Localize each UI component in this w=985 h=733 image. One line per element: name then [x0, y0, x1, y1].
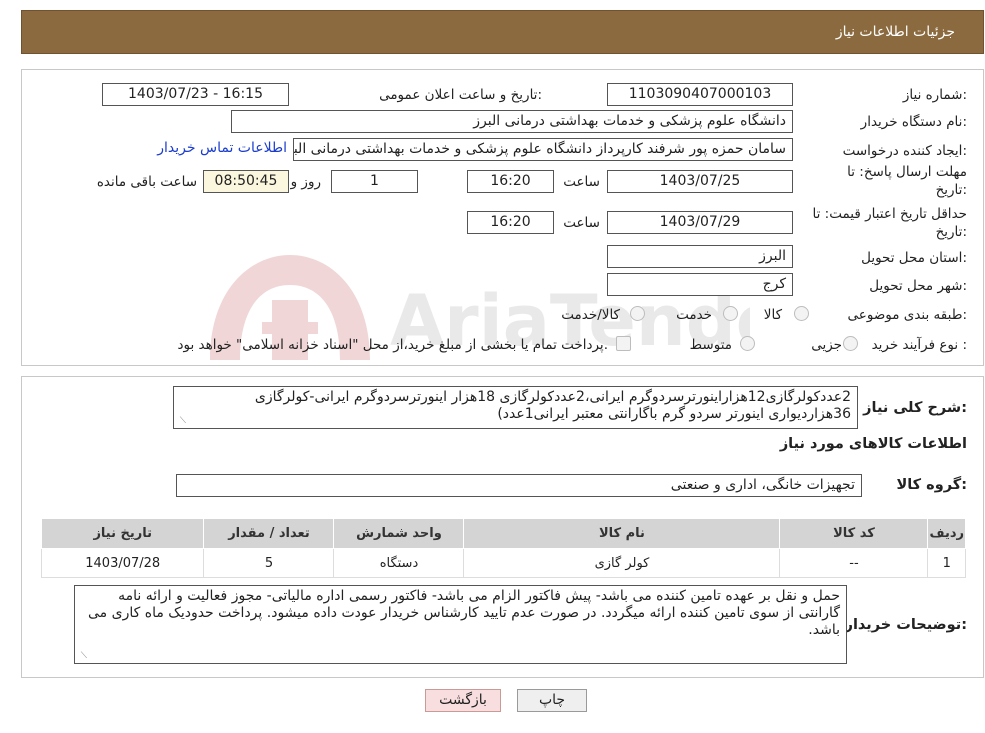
- table-row: 1 -- کولر گازی دستگاه 5 1403/07/28: [40, 548, 966, 578]
- category-option-service: خدمت: [676, 307, 712, 323]
- buyer-notes-text: حمل و نقل بر عهده تامین کننده می باشد- پ…: [88, 588, 840, 638]
- table-header-row: ردیف کد کالا نام کالا واحد شمارش تعداد /…: [40, 518, 966, 549]
- deadline-date-field: 1403/07/25: [607, 170, 793, 193]
- goods-group-field: تجهیزات خانگی، اداری و صنعتی: [176, 474, 862, 497]
- resize-grip-icon[interactable]: ⟋: [78, 652, 87, 661]
- col-code: کد کالا: [779, 518, 929, 549]
- cell-unit: دستگاه: [333, 548, 465, 578]
- description-textarea: 2عددکولرگازی12هزاراینورترسردوگرم ایرانی،…: [173, 386, 858, 429]
- deadline-time-label: ساعت: [563, 174, 600, 190]
- province-label: استان محل تحویل:: [861, 250, 967, 266]
- col-row: ردیف: [927, 518, 966, 549]
- deadline-label-date: تاریخ:: [935, 182, 967, 198]
- process-checkbox-treasury[interactable]: [616, 336, 631, 351]
- need-number-field: 1103090407000103: [607, 83, 793, 106]
- validity-time-field: 16:20: [467, 211, 554, 234]
- col-qty: تعداد / مقدار: [203, 518, 335, 549]
- process-label: نوع فرآیند خرید :: [871, 337, 967, 353]
- print-button[interactable]: چاپ: [517, 689, 587, 712]
- deadline-time-field: 16:20: [467, 170, 554, 193]
- buyer-org-label: نام دستگاه خریدار:: [860, 114, 967, 130]
- description-text: 2عددکولرگازی12هزاراینورترسردوگرم ایرانی،…: [254, 389, 851, 422]
- buyer-notes-textarea: حمل و نقل بر عهده تامین کننده می باشد- پ…: [74, 585, 847, 664]
- process-note: پرداخت تمام یا بخشی از مبلغ خرید،از محل …: [177, 337, 608, 353]
- announce-label: تاریخ و ساعت اعلان عمومی:: [379, 87, 542, 103]
- col-name: نام کالا: [463, 518, 781, 549]
- validity-label-date: تاریخ:: [935, 224, 967, 240]
- col-unit: واحد شمارش: [333, 518, 465, 549]
- province-field: البرز: [607, 245, 793, 268]
- process-option-minor: جزیی: [811, 337, 842, 353]
- requester-field: سامان حمزه پور شرفند کارپرداز دانشگاه عل…: [293, 138, 793, 161]
- remaining-label: ساعت باقی مانده: [96, 174, 197, 190]
- category-radio-goods[interactable]: [794, 306, 809, 321]
- cell-date: 1403/07/28: [40, 548, 205, 578]
- remaining-time-field: 08:50:45: [203, 170, 289, 193]
- goods-info-title: اطلاعات کالاهای مورد نیاز: [779, 436, 967, 452]
- items-table: ردیف کد کالا نام کالا واحد شمارش تعداد /…: [40, 518, 966, 578]
- validity-time-label: ساعت: [563, 215, 600, 231]
- category-option-goods-service: کالا/خدمت: [561, 307, 620, 323]
- city-field: کرج: [607, 273, 793, 296]
- description-label: شرح کلی نیاز:: [863, 400, 967, 416]
- cell-row: 1: [927, 548, 966, 578]
- category-option-goods: کالا: [763, 307, 782, 323]
- category-radio-goods-service[interactable]: [630, 306, 645, 321]
- buyer-org-field: دانشگاه علوم پزشکی و خدمات بهداشتی درمان…: [231, 110, 793, 133]
- need-number-label: شماره نیاز:: [902, 87, 967, 103]
- cell-qty: 5: [203, 548, 335, 578]
- requester-label: ایجاد کننده درخواست:: [842, 143, 967, 159]
- goods-group-label: گروه کالا:: [896, 477, 967, 493]
- cell-name: کولر گازی: [463, 548, 781, 578]
- cell-code: --: [779, 548, 929, 578]
- buyer-notes-label: توضیحات خریدار:: [844, 617, 967, 633]
- city-label: شهر محل تحویل:: [869, 278, 967, 294]
- back-button[interactable]: بازگشت: [425, 689, 501, 712]
- days-label: روز و: [290, 174, 321, 190]
- validity-date-field: 1403/07/29: [607, 211, 793, 234]
- process-radio-medium[interactable]: [740, 336, 755, 351]
- deadline-label: مهلت ارسال پاسخ: تا: [847, 164, 967, 180]
- category-label: طبقه بندی موضوعی:: [847, 307, 967, 323]
- buyer-contact-link[interactable]: اطلاعات تماس خریدار: [157, 140, 287, 156]
- process-option-medium: متوسط: [689, 337, 732, 353]
- category-radio-service[interactable]: [723, 306, 738, 321]
- col-date: تاریخ نیاز: [40, 518, 205, 549]
- page-header: جزئیات اطلاعات نیاز: [21, 10, 984, 54]
- validity-label: حداقل تاریخ اعتبار قیمت: تا: [812, 206, 967, 222]
- announce-field: 1403/07/23 - 16:15: [102, 83, 289, 106]
- days-field: 1: [331, 170, 418, 193]
- resize-grip-icon[interactable]: ⟋: [177, 417, 186, 426]
- process-radio-minor[interactable]: [843, 336, 858, 351]
- page-title: جزئیات اطلاعات نیاز: [835, 24, 955, 40]
